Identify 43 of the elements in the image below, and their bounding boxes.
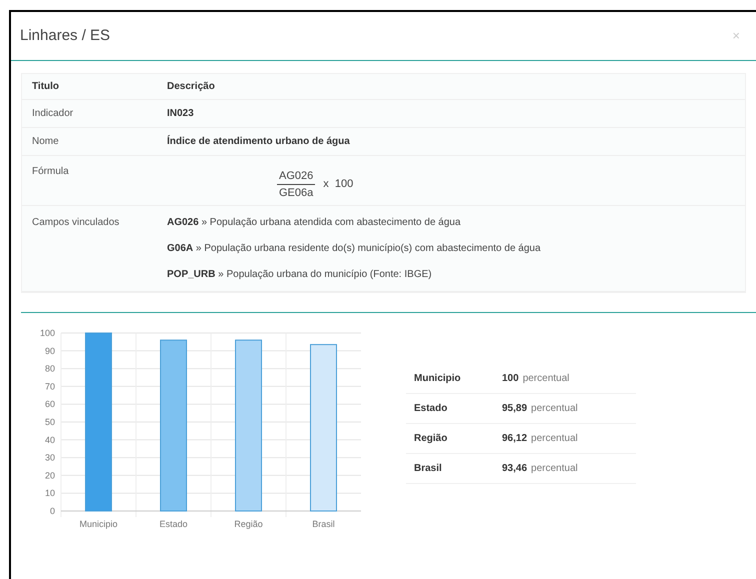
close-button[interactable]: × [732, 26, 740, 46]
axis-label: 20 [44, 470, 55, 480]
axis-label: 30 [44, 452, 55, 463]
summary-unit: percentual [531, 432, 578, 446]
column-header: Descrição [167, 80, 215, 94]
axis-label: 80 [44, 364, 55, 374]
row-value: Índice de atendimento urbano de água [167, 134, 350, 149]
axis-label: 90 [44, 346, 55, 356]
summary-unit: percentual [531, 462, 578, 476]
axis-label: 70 [44, 381, 55, 392]
axis-label: Região [234, 519, 263, 529]
axis-label: Municipio [79, 519, 118, 529]
summary-label: Brasil [414, 462, 443, 476]
summary-value: 96,12 [502, 432, 528, 446]
axis-label: 50 [44, 417, 55, 427]
linked-field: G06A » População urbana residente do(s) município(s) com abastecimento de água [167, 241, 541, 256]
axis-label: 40 [44, 434, 55, 445]
axis-label: 0 [50, 506, 55, 516]
summary-label: Municipio [414, 372, 462, 386]
row-value: IN023 [167, 107, 194, 121]
summary-unit: percentual [531, 402, 578, 416]
row-label: Campos vinculados [31, 216, 120, 230]
row-label: Indicador [31, 107, 74, 121]
formula-denominator: GE06a [278, 186, 314, 201]
summary-label: Região [414, 432, 448, 446]
row-label: Fórmula [31, 165, 70, 179]
summary-value: 93,46 [502, 462, 528, 476]
axis-label: 10 [44, 488, 55, 498]
formula-numerator: AG026 [277, 168, 316, 185]
row-label: Nome [31, 135, 60, 149]
summary-value: 95,89 [502, 402, 528, 416]
summary-value: 100 [502, 372, 519, 386]
modal-title: Linhares / ES [20, 26, 110, 46]
axis-label: 60 [44, 399, 55, 410]
column-header: Titulo [31, 80, 60, 94]
summary-label: Estado [414, 402, 448, 416]
axis-label: Estado [159, 519, 188, 529]
axis-label: Brasil [312, 519, 335, 529]
summary-unit: percentual [522, 372, 570, 386]
linked-field: POP_URB » População urbana do município (Fonte: IBGE) [167, 267, 541, 282]
axis-label: 100 [40, 328, 55, 338]
formula-multiplier: x 100 [323, 177, 354, 192]
linked-field: AG026 » População urbana atendida com abastecimento de água [167, 215, 541, 230]
